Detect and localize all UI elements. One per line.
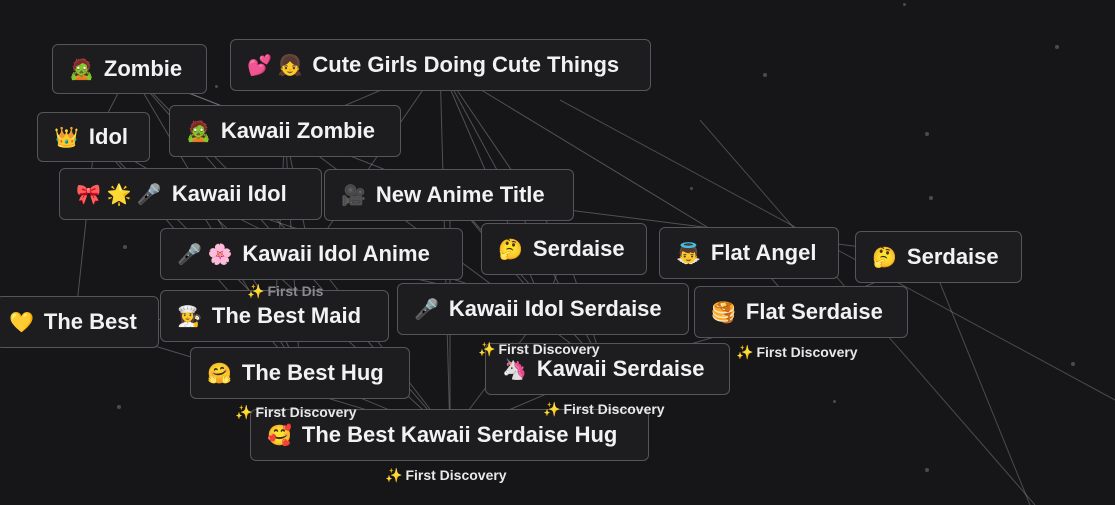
element-tile-kawaii-idol[interactable]: 🎀 🌟 🎤 Kawaii Idol: [59, 168, 322, 220]
crafting-canvas[interactable]: 🧟 Zombie 💕 👧 Cute Girls Doing Cute Thing…: [0, 0, 1115, 505]
element-tile-idol[interactable]: 👑 Idol: [37, 112, 150, 162]
connection-line: [309, 64, 441, 255]
element-label: The Best Maid: [211, 303, 362, 328]
element-label: Flat Serdaise: [745, 299, 883, 324]
background-star: [925, 468, 929, 472]
element-tile-flat-angel[interactable]: 👼 Flat Angel: [659, 227, 839, 279]
element-label: Flat Angel: [710, 240, 817, 265]
background-star: [929, 196, 933, 200]
connection-line: [439, 64, 566, 250]
background-star: [763, 73, 767, 77]
background-star: [903, 3, 906, 6]
element-label: Kawaii Idol Serdaise: [448, 296, 662, 321]
element-label: New Anime Title: [375, 182, 545, 207]
zombie-icon: 🧟: [186, 120, 211, 143]
microphone-icon: 🎤: [414, 298, 439, 321]
element-label: Kawaii Serdaise: [536, 356, 705, 381]
connection-line: [939, 282, 1031, 505]
background-star: [1071, 362, 1075, 366]
element-tile-serdaise[interactable]: 🤔 Serdaise: [481, 223, 647, 275]
element-tile-serdaise[interactable]: 🤔 Serdaise: [855, 231, 1022, 283]
pancakes-icon: 🥞: [711, 301, 736, 324]
sparkles-icon: ✨: [385, 467, 403, 483]
element-tile-kawaii-zombie[interactable]: 🧟 Kawaii Zombie: [169, 105, 401, 157]
crown-icon: 👑: [54, 126, 79, 149]
element-label: Zombie: [103, 56, 183, 81]
element-label: The Best Kawaii Serdaise Hug: [301, 422, 618, 447]
background-star: [925, 132, 929, 136]
element-label: The Best Hug: [241, 360, 384, 385]
element-label: The Best: [43, 309, 137, 334]
first-discovery-badge: ✨ First Discovery: [543, 401, 665, 417]
unicorn-icon: 🦄: [502, 358, 527, 381]
first-discovery-badge-partial: ✨ First Dis: [247, 283, 324, 299]
background-star: [1055, 45, 1059, 49]
sparkles-icon: ✨: [736, 344, 754, 360]
element-tile-flat-serdaise[interactable]: 🥞 Flat Serdaise: [694, 286, 908, 338]
sparkles-icon: ✨: [235, 404, 253, 420]
element-label: Cute Girls Doing Cute Things: [312, 52, 620, 77]
element-label: Kawaii Idol: [171, 181, 287, 206]
element-label: Kawaii Idol Anime: [242, 241, 430, 266]
sparkles-icon: ✨: [247, 283, 265, 299]
background-star: [833, 400, 836, 403]
element-tile-the-best-hug[interactable]: 🤗 The Best Hug: [190, 347, 410, 399]
first-discovery-badge: ✨ First Discovery: [235, 404, 357, 420]
background-star: [123, 245, 127, 249]
element-tile-new-anime-title[interactable]: 🎥 New Anime Title: [324, 169, 574, 221]
cook-icon: 👩‍🍳: [177, 305, 202, 328]
thinking-face-icon: 🤔: [872, 246, 897, 269]
element-tile-kawaii-idol-anime[interactable]: 🎤 🌸 Kawaii Idol Anime: [160, 228, 463, 280]
first-discovery-badge: ✨ First Discovery: [736, 344, 858, 360]
sparkles-icon: ✨: [478, 341, 496, 357]
background-star: [690, 187, 693, 190]
element-label: Serdaise: [906, 244, 999, 269]
hugging-face-icon: 🤗: [207, 362, 232, 385]
first-discovery-badge: ✨ First Discovery: [478, 341, 600, 357]
ribbon-star-mic-icon: 🎀 🌟 🎤: [76, 183, 162, 206]
hearts-girl-icon: 💕 👧: [247, 54, 303, 77]
element-label: Serdaise: [532, 236, 625, 261]
element-label: Idol: [88, 124, 129, 149]
element-label: Kawaii Zombie: [220, 118, 375, 143]
zombie-icon: 🧟: [69, 58, 94, 81]
connection-line: [74, 137, 96, 323]
thinking-face-icon: 🤔: [498, 238, 523, 261]
smiling-hearts-icon: 🥰: [267, 424, 292, 447]
first-discovery-badge: ✨ First Discovery: [385, 467, 507, 483]
mic-blossom-icon: 🎤 🌸: [177, 243, 233, 266]
background-star: [117, 405, 121, 409]
yellow-heart-icon: 💛: [9, 311, 34, 334]
movie-camera-icon: 🎥: [341, 184, 366, 207]
element-tile-kawaii-idol-serdaise[interactable]: 🎤 Kawaii Idol Serdaise: [397, 283, 689, 335]
sparkles-icon: ✨: [543, 401, 561, 417]
background-star: [215, 85, 218, 88]
element-tile-the-best[interactable]: 💛 The Best: [0, 296, 159, 348]
angel-icon: 👼: [676, 242, 701, 265]
element-tile-cute-girls-doing-cute-things[interactable]: 💕 👧 Cute Girls Doing Cute Things: [230, 39, 651, 91]
element-tile-zombie[interactable]: 🧟 Zombie: [52, 44, 207, 94]
